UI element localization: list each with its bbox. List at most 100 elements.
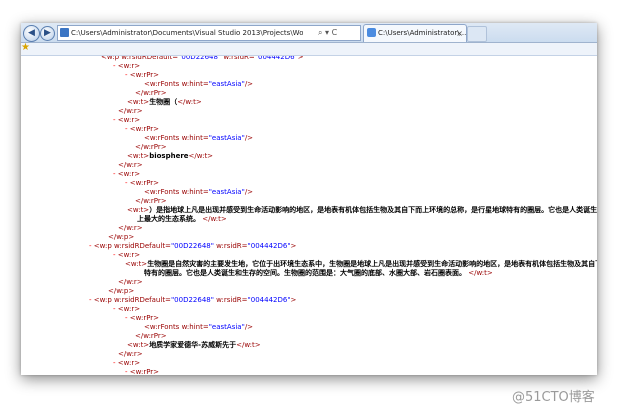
xml-line: </w:r> [118,350,143,358]
xml-token: <w:rPr> [129,71,160,79]
xml-token: w:rsidRDefault= [111,296,171,304]
xml-token: </w:rPr> [135,332,167,340]
xml-line: <w:t>生物圈是自然灾害的主要发生地，它位于出环境生态系中，生物圈是地球上凡是… [125,260,597,268]
xml-token: "eastAsia" [208,188,245,196]
xml-token: </w:rPr> [135,89,167,97]
xml-token: <w:rPr> [129,314,160,322]
xml-line: </w:rPr> [135,197,167,205]
xml-token: <w:t> [125,260,148,268]
back-button[interactable]: ◀ [23,25,40,42]
xml-line: <w:rFonts w:hint="eastAsia"/> [144,80,253,88]
xml-line: <w:rFonts w:hint="eastAsia"/> [144,323,253,331]
xml-line: </w:p> [108,287,134,295]
xml-token: <w:r> [117,170,141,178]
xml-token: <w:t> [127,98,150,106]
tab-current[interactable]: C:\Users\Administrator\... × [363,24,467,42]
xml-token: </w:t> [177,98,202,106]
browser-toolbar: ◀ ▶ C:\Users\Administrator\Documents\Vis… [21,23,597,43]
xml-token: "004442D6" [254,56,298,61]
xml-token: > [297,56,304,61]
xml-line: <w:p w:rsidRDefault="00D22648" w:rsidR="… [101,56,304,61]
favorites-bar: ★ [21,42,597,56]
xml-token: w:hint= [179,134,209,142]
xml-token: "eastAsia" [208,134,245,142]
xml-token: "00D22648" [170,242,214,250]
xml-token: <w:rPr> [129,179,160,187]
xml-token: <w:p [93,296,112,304]
address-bar[interactable]: C:\Users\Administrator\Documents\Visual … [57,25,361,41]
xml-token: w:rsidR= [213,242,248,250]
xml-token: <w:r> [117,305,141,313]
xml-token: "00D22648" [170,296,214,304]
xml-token: </w:r> [118,350,143,358]
xml-token: 生物圈（ [149,98,178,106]
xml-token: <w:rPr> [129,125,160,133]
xml-line: 上最大的生态系统。 </w:t> [137,215,227,223]
xml-token: <w:rFonts [144,134,180,142]
xml-token: <w:r> [117,62,141,70]
xml-token: 生物圈是自然灾害的主要发生地，它位于出环境生态系中，生物圈是地球上凡是出现并感受… [147,260,597,268]
xml-token: </w:rPr> [135,197,167,205]
xml-line: - <w:r> [113,251,140,259]
tab-title: C:\Users\Administrator\... [378,29,467,37]
xml-token: </w:t> [200,215,227,223]
xml-token: <w:t> [127,152,150,160]
xml-token: <w:t> [127,206,150,214]
xml-token: <w:p [101,56,120,61]
xml-token: w:rsidRDefault= [111,242,171,250]
xml-token: <w:t> [127,341,150,349]
xml-token: /> [244,80,254,88]
xml-token: biosphere [149,152,189,160]
xml-token: w:rsidR= [221,56,255,61]
xml-line: </w:r> [118,161,143,169]
xml-line: </w:r> [118,224,143,232]
xml-token: <w:p [93,242,112,250]
xml-token: w:hint= [179,323,209,331]
browser-window: ◀ ▶ C:\Users\Administrator\Documents\Vis… [21,23,597,375]
xml-line: </w:rPr> [135,332,167,340]
xml-content-view: <w:p w:rsidRDefault="00D22648" w:rsidR="… [21,56,597,375]
xml-token: </w:t> [188,152,214,160]
xml-token: </w:r> [118,278,143,286]
xml-token: </w:rPr> [135,143,167,151]
xml-line: - <w:rPr> [125,314,159,322]
xml-token: </w:r> [118,224,143,232]
xml-token: "004442D6" [247,242,291,250]
tab-close-icon[interactable]: × [456,25,463,42]
xml-token: > [290,242,297,250]
xml-token: /> [244,134,254,142]
xml-token: <w:rFonts [144,323,180,331]
xml-token: /> [244,188,254,196]
xml-token: "004442D6" [247,296,291,304]
xml-line: </w:p> [108,233,134,241]
watermark: @51CTO博客 [512,390,595,405]
xml-token: > [290,296,297,304]
xml-line: <w:rFonts w:hint="eastAsia"/> [144,188,253,196]
xml-token: </w:t> [236,341,261,349]
xml-line: - <w:r> [113,116,140,124]
xml-token: 特有的圈层。它也是人类诞生和生存的空间。生物圈的范围是：大气圈的底部、水圈大部、… [144,269,466,277]
search-refresh-icon[interactable]: ⌕ ▾ C [318,26,337,40]
xml-token: "eastAsia" [208,80,245,88]
xml-line: - <w:rPr> [125,179,159,187]
xml-token: <w:rFonts [144,188,180,196]
xml-token: </w:r> [118,107,143,115]
xml-line: - <w:r> [113,359,140,367]
xml-token: </w:t> [466,269,493,277]
xml-line: <w:t>biosphere</w:t> [127,152,213,160]
xml-token: 上最大的生态系统。 [137,215,200,223]
new-tab-button[interactable] [467,26,487,42]
xml-token: w:rsidRDefault= [119,56,179,61]
xml-line: - <w:r> [113,62,140,70]
xml-line: </w:rPr> [135,89,167,97]
xml-line: - <w:rPr> [125,125,159,133]
xml-token: "00D22648" [178,56,222,61]
xml-token: <w:r> [117,359,141,367]
favorites-star-icon[interactable]: ★ [21,42,30,53]
forward-button[interactable]: ▶ [40,26,55,41]
page-icon [60,28,69,37]
xml-token: </w:r> [118,161,143,169]
address-text: C:\Users\Administrator\Documents\Visual … [71,29,303,37]
xml-line: - <w:r> [113,170,140,178]
xml-token: ）是指地球上凡是出现并感受到生命活动影响的地区，是地表有机体包括生物及其自下而上… [149,206,597,214]
